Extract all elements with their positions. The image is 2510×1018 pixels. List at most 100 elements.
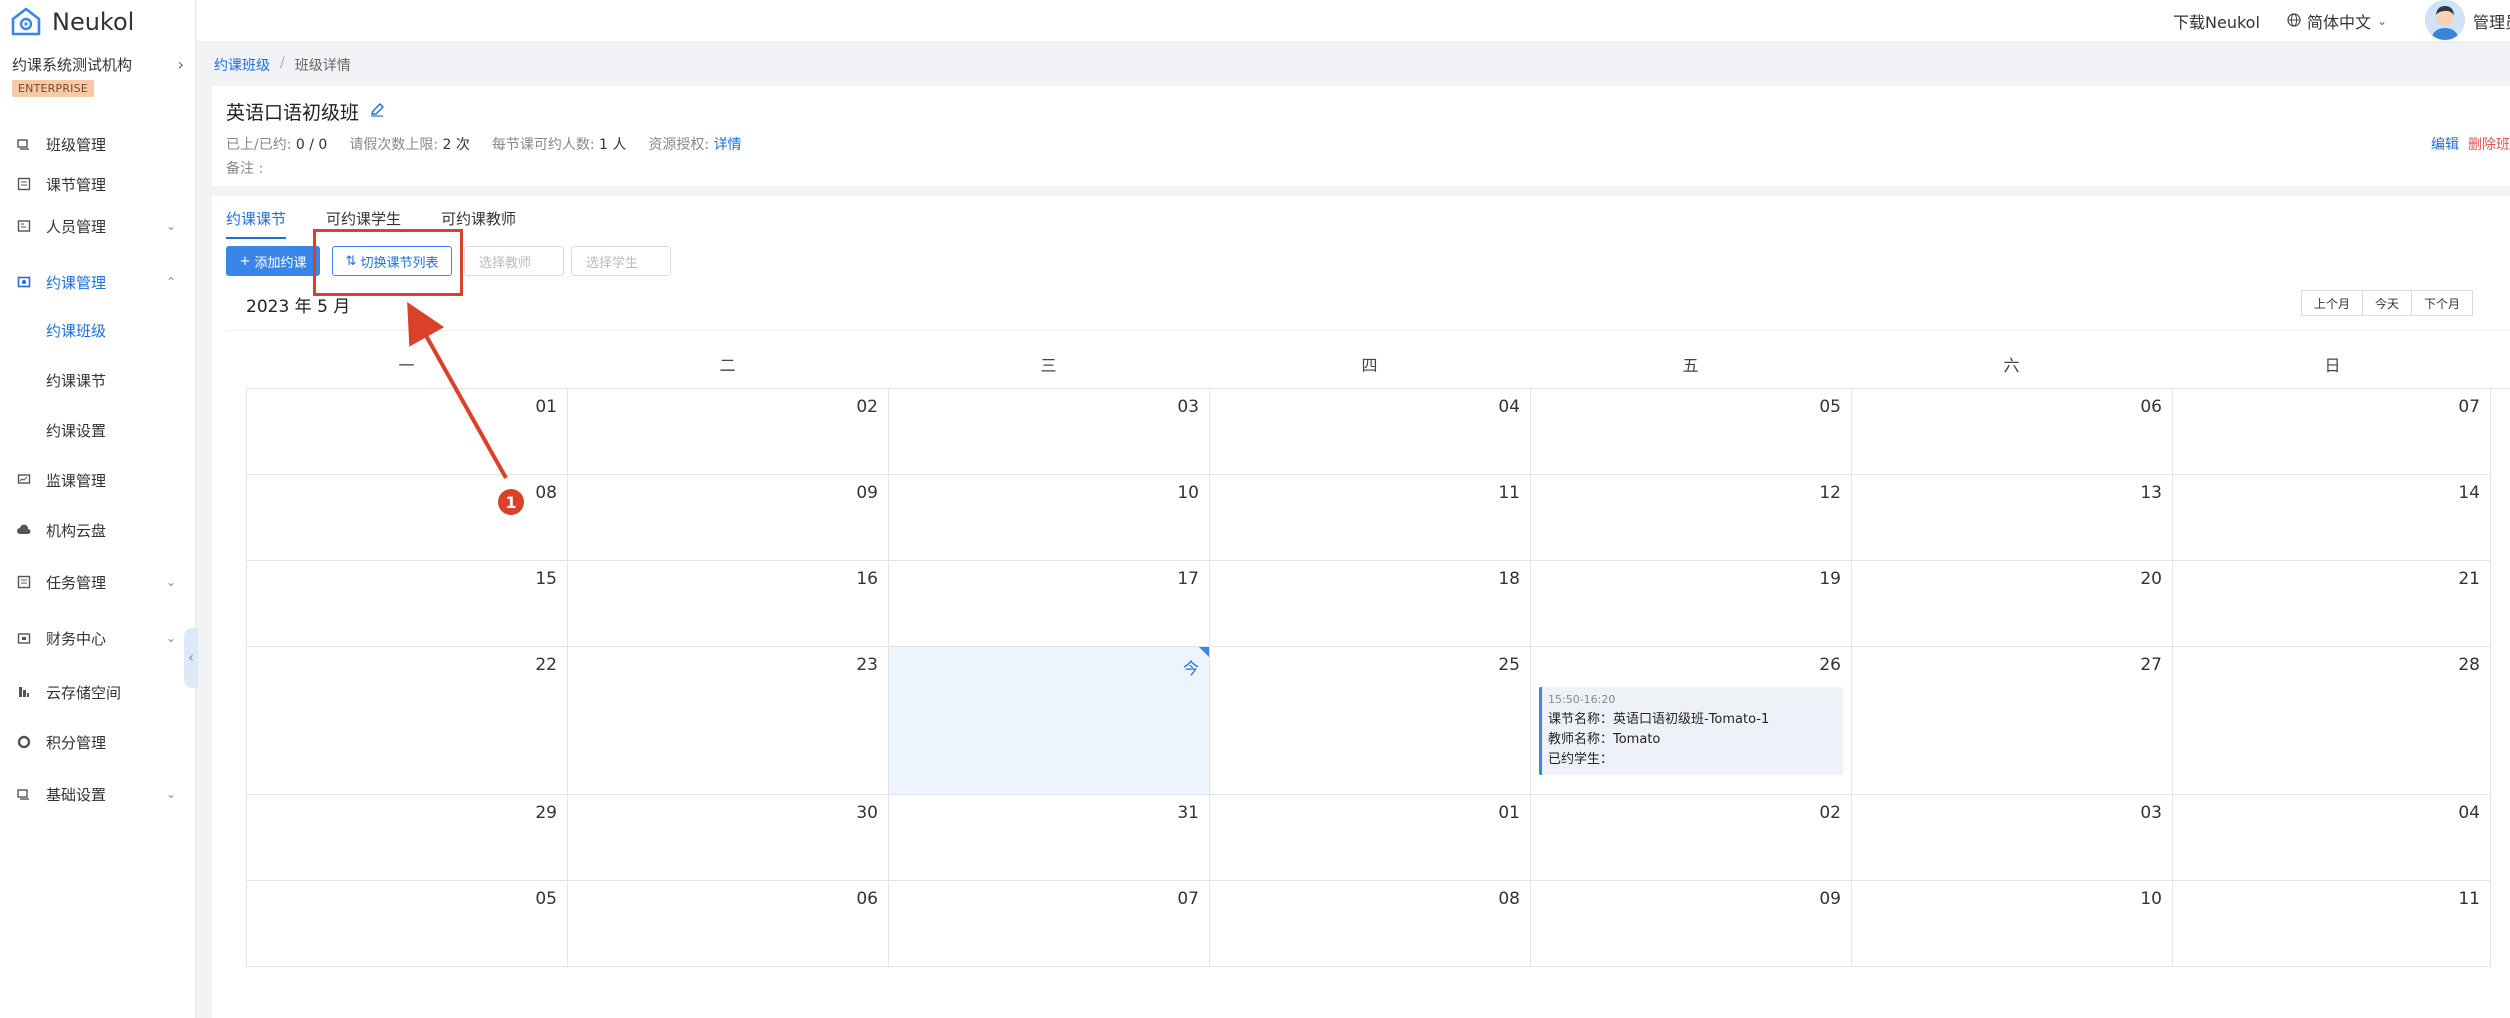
user-name[interactable]: 管理员 <box>2473 9 2510 33</box>
sidebar-item-cloud[interactable]: 机构云盘 <box>0 510 196 550</box>
class-header-card: 英语口语初级班 已上/已约: 0 / 0 请假次数上限: 2 次 每节课可约人数… <box>212 86 2510 186</box>
chevron-right-icon: › <box>177 54 184 74</box>
edit-title-icon[interactable] <box>369 102 385 122</box>
calendar-cell[interactable]: 18 <box>1210 561 1531 647</box>
avatar[interactable] <box>2425 0 2465 40</box>
language-selector[interactable]: 简体中文 ⌄ <box>2287 9 2387 33</box>
calendar-cell[interactable]: 09 <box>1531 881 1852 967</box>
day-number: 02 <box>1819 803 1841 823</box>
class-stats: 已上/已约: 0 / 0 请假次数上限: 2 次 每节课可约人数: 1 人 资源… <box>226 134 742 154</box>
calendar-cell[interactable]: 26 15:50-16:20 课节名称：英语口语初级班-Tomato-1 教师名称：T… <box>1531 647 1852 795</box>
sidebar-item-points[interactable]: 积分管理 <box>0 722 196 762</box>
calendar-cell[interactable]: 09 <box>568 475 889 561</box>
calendar-cell[interactable]: 30 <box>568 795 889 881</box>
sidebar-item-booking[interactable]: 约课管理 ⌃ <box>0 262 196 302</box>
delete-class-button[interactable]: 删除班级 <box>2468 134 2510 154</box>
calendar-cell[interactable]: 02 <box>568 389 889 475</box>
sidebar-item-booking-settings[interactable]: 约课设置 <box>0 410 196 450</box>
breadcrumb: 约课班级 / 班级详情 <box>214 55 351 75</box>
chevron-down-icon: ⌄ <box>165 575 176 589</box>
switch-list-button[interactable]: ⇅ 切换课节列表 <box>332 246 452 276</box>
calendar-cell[interactable]: 21 <box>2173 561 2491 647</box>
day-number: 16 <box>856 569 878 589</box>
calendar-cell[interactable]: 04 <box>1210 389 1531 475</box>
lesson-event-card[interactable]: 15:50-16:20 课节名称：英语口语初级班-Tomato-1 教师名称：Tom… <box>1539 687 1843 775</box>
calendar-cell[interactable]: 16 <box>568 561 889 647</box>
tab-students[interactable]: 可约课学生 <box>326 208 401 239</box>
calendar-cell[interactable]: 14 <box>2173 475 2491 561</box>
sidebar-item-booking-class[interactable]: 约课班级 <box>0 310 196 350</box>
calendar-cell[interactable]: 10 <box>889 475 1210 561</box>
calendar-cell[interactable]: 03 <box>889 389 1210 475</box>
resource-detail-link[interactable]: 详情 <box>714 137 742 153</box>
weekday-label: 一 <box>398 356 415 375</box>
calendar-cell[interactable]: 10 <box>1852 881 2173 967</box>
calendar-cell[interactable]: 23 <box>568 647 889 795</box>
day-number: 28 <box>2458 655 2480 675</box>
calendar-cell[interactable]: 01 <box>1210 795 1531 881</box>
day-number: 08 <box>535 483 557 503</box>
class-title-text: 英语口语初级班 <box>226 102 360 124</box>
sidebar-item-monitor[interactable]: 监课管理 <box>0 460 196 500</box>
breadcrumb-parent-link[interactable]: 约课班级 <box>214 55 270 75</box>
tab-teachers[interactable]: 可约课教师 <box>441 208 516 239</box>
cloud-icon <box>16 522 32 538</box>
tab-lessons[interactable]: 约课课节 <box>226 208 287 239</box>
teacher-select[interactable]: 选择教师 <box>464 246 564 276</box>
calendar-cell[interactable]: 05 <box>1531 389 1852 475</box>
weekday-label: 日 <box>2324 356 2341 375</box>
next-month-button[interactable]: 下个月 <box>2411 290 2474 316</box>
calendar-cell[interactable]: 11 <box>1210 475 1531 561</box>
sidebar-item-booking-lesson[interactable]: 约课课节 <box>0 360 196 400</box>
calendar-cell[interactable]: 19 <box>1531 561 1852 647</box>
calendar-cell[interactable]: 31 <box>889 795 1210 881</box>
calendar-cell[interactable]: 02 <box>1531 795 1852 881</box>
prev-month-button[interactable]: 上个月 <box>2301 290 2364 316</box>
add-booking-button[interactable]: + 添加约课 <box>226 246 320 276</box>
calendar-cell[interactable]: 17 <box>889 561 1210 647</box>
divider <box>226 330 2510 331</box>
org-switcher[interactable]: 约课系统测试机构 › <box>12 52 184 76</box>
calendar-cell[interactable]: 27 <box>1852 647 2173 795</box>
calendar-cell[interactable]: 07 <box>2173 389 2491 475</box>
edit-class-button[interactable]: 编辑 <box>2431 134 2459 154</box>
sidebar-item-people[interactable]: 人员管理 ⌄ <box>0 206 196 246</box>
calendar-cell[interactable]: 12 <box>1531 475 1852 561</box>
class-icon <box>16 136 32 152</box>
calendar-cell[interactable]: 28 <box>2173 647 2491 795</box>
calendar-cell[interactable]: 04 <box>2173 795 2491 881</box>
calendar-cell[interactable]: 07 <box>889 881 1210 967</box>
sidebar-item-lesson[interactable]: 课节管理 <box>0 164 196 204</box>
calendar-cell[interactable]: 15 <box>247 561 568 647</box>
calendar-cell[interactable]: 06 <box>1852 389 2173 475</box>
calendar-cell[interactable]: 05 <box>247 881 568 967</box>
calendar-cell[interactable]: 22 <box>247 647 568 795</box>
calendar-cell[interactable]: 06 <box>568 881 889 967</box>
calendar-cell[interactable]: 29 <box>247 795 568 881</box>
day-number: 09 <box>1819 889 1841 909</box>
sidebar-item-label: 人员管理 <box>46 217 107 236</box>
day-number: 29 <box>535 803 557 823</box>
calendar-cell[interactable]: 08 <box>247 475 568 561</box>
sidebar-collapse-button[interactable]: ‹ <box>184 628 198 688</box>
calendar-cell[interactable]: 20 <box>1852 561 2173 647</box>
student-select[interactable]: 选择学生 <box>571 246 671 276</box>
brand[interactable]: Neukol <box>10 4 134 40</box>
calendar-cell[interactable]: 01 <box>247 389 568 475</box>
sidebar-item-storage[interactable]: 云存储空间 <box>0 672 196 712</box>
download-link[interactable]: 下载Neukol <box>2173 9 2260 33</box>
sidebar-item-class[interactable]: 班级管理 <box>0 124 196 164</box>
calendar-cell[interactable]: 08 <box>1210 881 1531 967</box>
calendar-cell[interactable]: 11 <box>2173 881 2491 967</box>
day-number: 12 <box>1819 483 1841 503</box>
calendar-cell[interactable]: 13 <box>1852 475 2173 561</box>
sidebar-item-settings[interactable]: 基础设置 ⌄ <box>0 774 196 814</box>
calendar-cell-today[interactable]: 今 <box>889 647 1210 795</box>
sidebar-item-task[interactable]: 任务管理 ⌄ <box>0 562 196 602</box>
calendar-cell[interactable]: 03 <box>1852 795 2173 881</box>
day-number: 25 <box>1498 655 1520 675</box>
sidebar-item-label: 财务中心 <box>46 629 107 648</box>
today-button[interactable]: 今天 <box>2362 290 2413 316</box>
sidebar-item-finance[interactable]: 财务中心 ⌄ <box>0 618 196 658</box>
calendar-cell[interactable]: 25 <box>1210 647 1531 795</box>
